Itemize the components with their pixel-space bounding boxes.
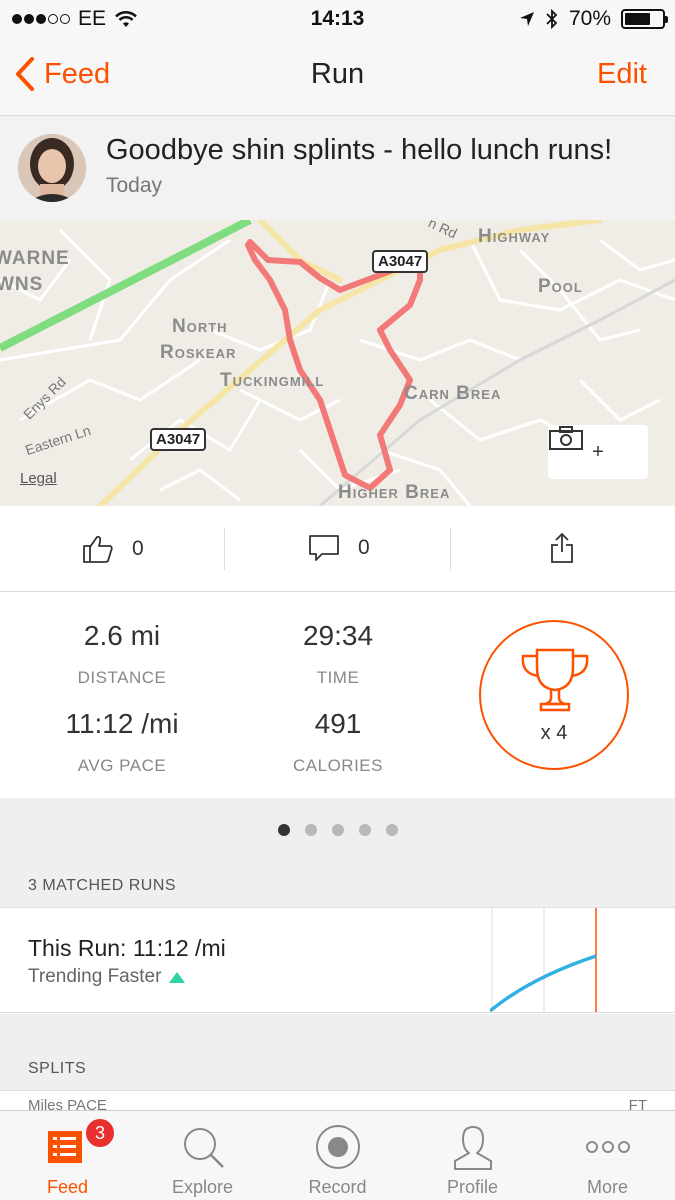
back-label: Feed	[44, 57, 111, 90]
map-label-warne: WARNE	[0, 248, 70, 269]
map-label-carn-brea: Carn Brea	[404, 383, 502, 404]
trophy-icon	[521, 648, 589, 712]
route-map[interactable]: WARNE WNS North Roskear Tuckingmill High…	[0, 220, 675, 506]
tab-feed[interactable]: 3 Feed	[0, 1111, 135, 1200]
page-dot[interactable]	[385, 824, 398, 836]
camera-icon	[549, 426, 583, 450]
edit-button[interactable]: Edit	[597, 58, 647, 91]
more-icon	[586, 1141, 630, 1153]
tab-label: Record	[308, 1177, 367, 1197]
battery-icon	[621, 9, 668, 29]
calories-label: CALORIES	[293, 756, 383, 775]
comment-count: 0	[358, 536, 370, 559]
share-icon	[551, 532, 573, 563]
status-bar: EE 14:13 70%	[0, 0, 675, 38]
tab-bar: 3 Feed Explore Record Profile More	[0, 1110, 675, 1200]
tab-label: More	[586, 1177, 628, 1197]
social-bar: 0 0	[0, 506, 675, 592]
page-indicator[interactable]	[0, 798, 675, 862]
notification-badge: 3	[84, 1117, 116, 1149]
comment-icon	[309, 535, 339, 561]
matched-subtitle: Trending Faster	[28, 966, 162, 987]
legal-link[interactable]: Legal	[20, 470, 57, 487]
calories-value: 491	[314, 708, 362, 739]
share-button[interactable]	[550, 532, 574, 564]
map-label-highway: Highway	[478, 226, 551, 247]
achievements-button[interactable]: x 4	[479, 620, 629, 770]
stat-distance: 2.6 mi DISTANCE	[12, 620, 232, 688]
page-dot[interactable]	[331, 824, 344, 836]
map-label-roskear: Roskear	[160, 342, 237, 363]
tab-more[interactable]: More	[540, 1111, 675, 1200]
add-photo-plus: +	[592, 440, 604, 463]
tab-record[interactable]: Record	[270, 1111, 405, 1200]
stat-time: 29:34 TIME	[228, 620, 448, 688]
time-label: TIME	[316, 668, 360, 687]
activity-title: Goodbye shin splints - hello lunch runs!	[106, 134, 613, 166]
add-photo-button[interactable]: +	[548, 425, 648, 479]
map-label-tuckingmill: Tuckingmill	[220, 370, 325, 391]
matched-trend-chart	[490, 908, 597, 1012]
nav-bar: Feed Run Edit	[0, 38, 675, 116]
avg-pace-value: 11:12 /mi	[65, 708, 179, 739]
explore-icon	[184, 1128, 224, 1168]
splits-col-right: FT	[628, 1097, 647, 1110]
kudos-button[interactable]: 0	[82, 534, 144, 564]
road-shield-a3047-bottom: A3047	[150, 428, 207, 451]
splits-section-header: SPLITS	[0, 1014, 675, 1090]
tab-label: Feed	[46, 1177, 89, 1197]
map-label-wns: WNS	[0, 274, 44, 295]
divider	[450, 528, 451, 570]
splits-col-left: Miles PACE	[28, 1097, 107, 1110]
activity-date: Today	[106, 174, 163, 197]
matched-runs-row[interactable]: This Run: 11:12 /mi Trending Faster	[0, 907, 675, 1013]
kudos-count: 0	[132, 537, 144, 560]
road-shield-a3047-top: A3047	[372, 250, 429, 273]
tab-label: Profile	[446, 1177, 499, 1197]
trend-up-icon	[169, 971, 186, 983]
thumbs-up-icon	[83, 535, 113, 563]
splits-header: SPLITS	[28, 1060, 87, 1077]
status-right: 70%	[519, 7, 668, 31]
matched-subtitle-row: Trending Faster	[28, 966, 186, 988]
chevron-left-icon	[16, 57, 34, 91]
distance-label: DISTANCE	[77, 668, 167, 687]
matched-header: 3 MATCHED RUNS	[28, 877, 177, 894]
comment-button[interactable]: 0	[308, 534, 370, 562]
stat-avg-pace: 11:12 /mi AVG PACE	[12, 708, 232, 776]
location-arrow-icon	[519, 12, 534, 26]
splits-table-header: Miles PACE FT	[0, 1090, 675, 1110]
stat-calories: 491 CALORIES	[228, 708, 448, 776]
activity-stats: 2.6 mi DISTANCE 29:34 TIME 11:12 /mi AVG…	[0, 592, 675, 798]
page-dot[interactable]	[304, 824, 317, 836]
page-dot[interactable]	[277, 824, 290, 836]
tab-explore[interactable]: Explore	[135, 1111, 270, 1200]
activity-header: Goodbye shin splints - hello lunch runs!…	[0, 116, 675, 220]
trophy-count: x 4	[540, 722, 568, 744]
battery-percent: 70%	[568, 7, 611, 30]
matched-section-header: 3 MATCHED RUNS	[0, 862, 675, 907]
page-dot[interactable]	[358, 824, 371, 836]
avg-pace-label: AVG PACE	[77, 756, 167, 775]
bluetooth-icon	[546, 8, 558, 30]
divider	[224, 528, 225, 570]
record-icon	[316, 1125, 360, 1169]
map-label-higher-brea: Higher Brea	[338, 482, 451, 503]
avatar[interactable]	[18, 134, 86, 202]
back-button[interactable]: Feed	[14, 56, 110, 92]
distance-value: 2.6 mi	[83, 620, 161, 651]
map-label-pool: Pool	[538, 276, 583, 297]
tab-label: Explore	[171, 1177, 234, 1197]
profile-icon	[454, 1126, 492, 1170]
tab-profile[interactable]: Profile	[405, 1111, 540, 1200]
time-value: 29:34	[302, 620, 374, 651]
map-label-north: North	[172, 316, 228, 337]
matched-title: This Run: 11:12 /mi	[28, 935, 226, 961]
